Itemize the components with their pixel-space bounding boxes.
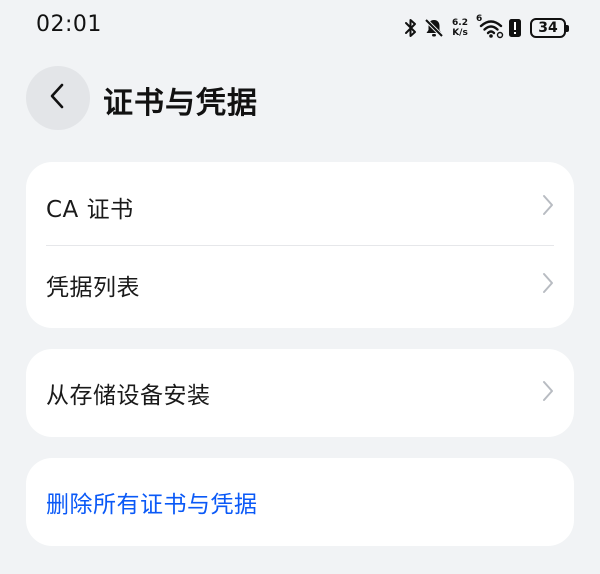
back-button[interactable] xyxy=(26,66,90,130)
bluetooth-icon xyxy=(404,18,418,38)
credentials-list-label: 凭据列表 xyxy=(46,275,140,301)
battery-icon: 34 xyxy=(530,18,569,38)
settings-group-install: 从存储设备安装 xyxy=(26,349,574,437)
net-speed: 6.2 K/s xyxy=(452,18,468,38)
status-icons: 6.2 K/s 6 34 xyxy=(404,14,569,42)
credentials-list-item[interactable]: 凭据列表 xyxy=(26,246,574,324)
install-from-storage-label: 从存储设备安装 xyxy=(46,383,211,409)
net-speed-unit: K/s xyxy=(452,28,468,38)
status-bar: 02:01 6.2 K/s 6 34 xyxy=(0,0,600,56)
settings-group-delete: 删除所有证书与凭据 xyxy=(26,458,574,546)
chevron-right-icon xyxy=(542,380,554,406)
ca-certificates-label: CA 证书 xyxy=(46,197,134,223)
delete-all-credentials-button[interactable]: 删除所有证书与凭据 xyxy=(26,463,574,541)
status-time: 02:01 xyxy=(36,12,102,37)
wifi-icon: 6 xyxy=(476,14,504,39)
battery-alert-icon xyxy=(508,18,522,38)
chevron-left-icon xyxy=(48,82,68,114)
delete-all-credentials-label: 删除所有证书与凭据 xyxy=(46,492,258,518)
page-title: 证书与凭据 xyxy=(103,86,258,121)
install-from-storage-item[interactable]: 从存储设备安装 xyxy=(26,354,574,432)
bell-off-icon xyxy=(424,18,444,38)
chevron-right-icon xyxy=(542,194,554,220)
chevron-right-icon xyxy=(542,272,554,298)
net-speed-value: 6.2 xyxy=(452,18,468,28)
ca-certificates-item[interactable]: CA 证书 xyxy=(26,168,574,246)
battery-level: 34 xyxy=(538,20,558,36)
settings-group-certificates: CA 证书 凭据列表 xyxy=(26,162,574,328)
